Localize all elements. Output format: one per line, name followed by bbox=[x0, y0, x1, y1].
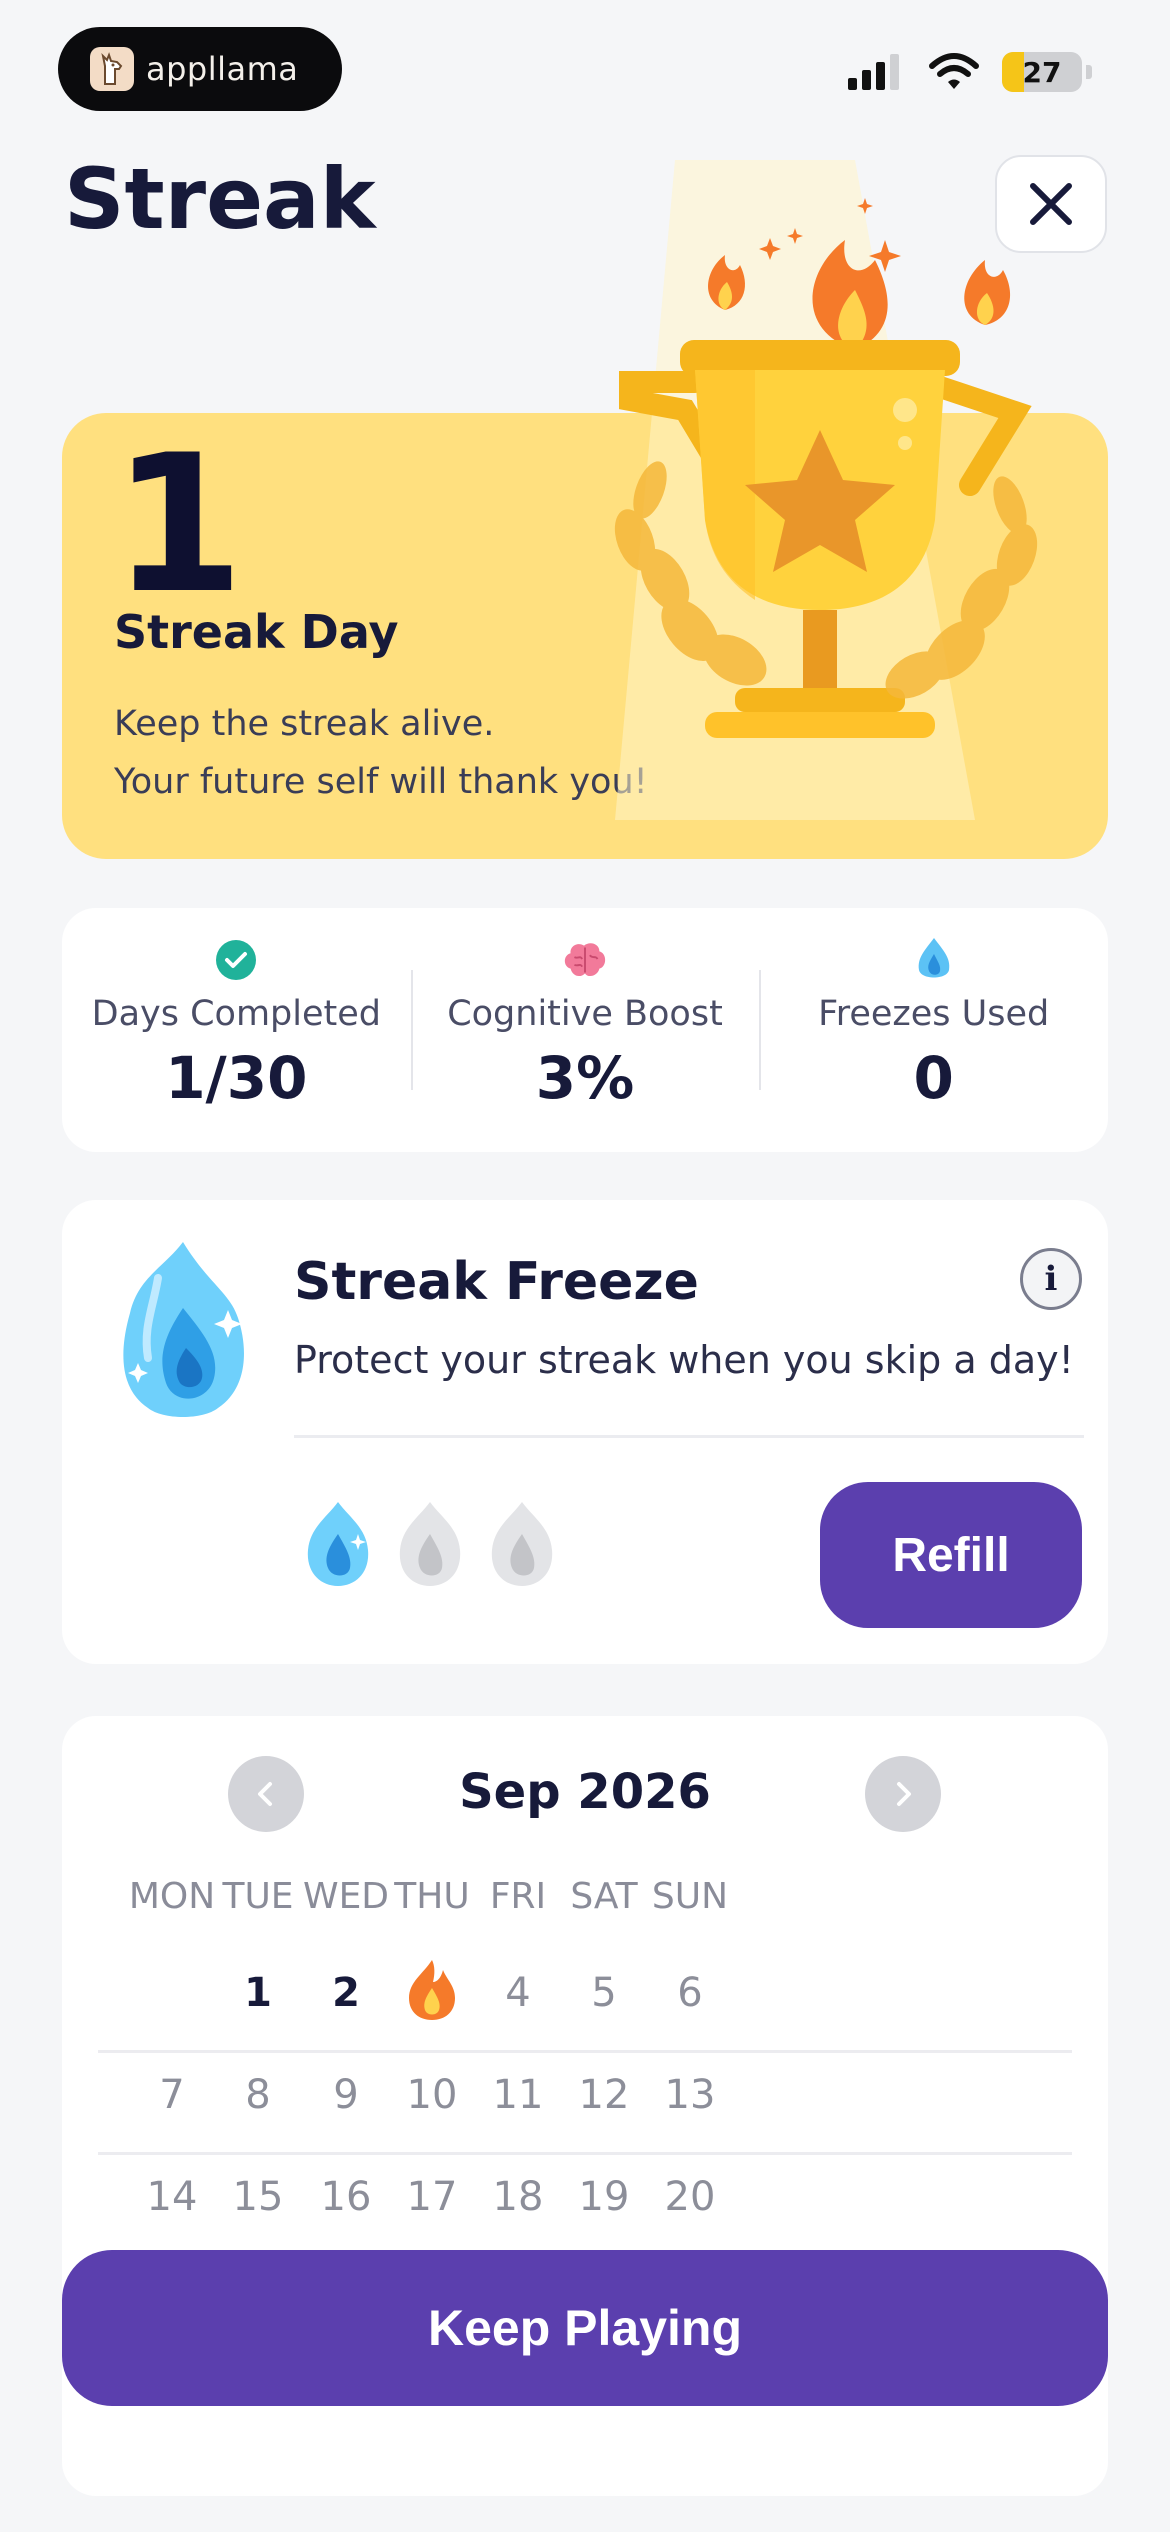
stat-value: 3% bbox=[535, 1044, 635, 1112]
stat-days-completed: Days Completed 1/30 bbox=[62, 908, 411, 1152]
stat-value: 0 bbox=[913, 1044, 954, 1112]
calendar-row-divider bbox=[98, 2050, 1072, 2053]
freeze-divider bbox=[294, 1435, 1084, 1438]
calendar-day[interactable]: 15 bbox=[208, 2174, 308, 2220]
calendar-day[interactable]: 11 bbox=[468, 2072, 568, 2118]
app-name: appllama bbox=[146, 50, 299, 88]
ice-drop-icon bbox=[910, 936, 958, 984]
check-circle-icon bbox=[212, 936, 260, 984]
calendar-day[interactable]: 9 bbox=[296, 2072, 396, 2118]
stat-freezes-used: Freezes Used 0 bbox=[759, 908, 1108, 1152]
calendar-day[interactable]: 1 bbox=[208, 1970, 308, 2016]
ice-flame-icon bbox=[123, 1242, 244, 1417]
battery-cap bbox=[1086, 65, 1092, 79]
calendar-week-row: 7 8 9 10 11 12 13 bbox=[62, 2072, 1108, 2162]
brain-icon bbox=[561, 936, 609, 984]
cellular-signal-icon bbox=[848, 54, 899, 90]
stat-label: Freezes Used bbox=[818, 994, 1050, 1034]
app-switcher-pill[interactable]: appllama bbox=[58, 27, 342, 111]
calendar-day[interactable]: 6 bbox=[640, 1970, 740, 2016]
info-button[interactable]: i bbox=[1020, 1248, 1082, 1310]
keep-playing-button[interactable]: Keep Playing bbox=[62, 2250, 1108, 2406]
page-title: Streak bbox=[64, 150, 376, 248]
calendar-day[interactable]: 2 bbox=[296, 1970, 396, 2016]
calendar-day[interactable]: 7 bbox=[122, 2072, 222, 2118]
streak-label: Streak Day bbox=[114, 605, 399, 659]
freeze-slot-filled-icon bbox=[307, 1502, 369, 1586]
close-icon bbox=[1030, 183, 1072, 225]
freeze-slots bbox=[302, 1500, 558, 1590]
freeze-description: Protect your streak when you skip a day! bbox=[294, 1338, 1074, 1382]
freeze-slot-empty-icon bbox=[491, 1502, 553, 1586]
calendar-day[interactable]: 5 bbox=[554, 1970, 654, 2016]
wifi-icon bbox=[929, 53, 979, 89]
calendar-month: Sep 2026 bbox=[459, 1764, 711, 1820]
llama-logo-icon bbox=[90, 47, 134, 91]
stat-value: 1/30 bbox=[165, 1044, 308, 1112]
weekday-header: MON TUE WED THU FRI SAT SUN bbox=[62, 1876, 1108, 1936]
calendar-day[interactable]: 14 bbox=[122, 2174, 222, 2220]
weekday-label: SUN bbox=[651, 1876, 729, 1917]
freeze-title: Streak Freeze bbox=[294, 1252, 699, 1312]
calendar-day[interactable]: 16 bbox=[296, 2174, 396, 2220]
calendar-row-divider bbox=[98, 2152, 1072, 2155]
next-month-button[interactable] bbox=[865, 1756, 941, 1832]
stat-cognitive-boost: Cognitive Boost 3% bbox=[410, 908, 760, 1152]
calendar-day[interactable]: 8 bbox=[208, 2072, 308, 2118]
streak-freeze-card: Streak Freeze Protect your streak when y… bbox=[62, 1200, 1108, 1664]
calendar-day[interactable]: 12 bbox=[554, 2072, 654, 2118]
stat-label: Days Completed bbox=[91, 994, 382, 1034]
freeze-slot-empty-icon bbox=[399, 1502, 461, 1586]
calendar-day[interactable]: 13 bbox=[640, 2072, 740, 2118]
calendar-day[interactable]: 18 bbox=[468, 2174, 568, 2220]
battery-indicator: 27 bbox=[1002, 52, 1082, 92]
calendar-day[interactable]: 19 bbox=[554, 2174, 654, 2220]
calendar-day[interactable]: 17 bbox=[382, 2174, 482, 2220]
streak-count: 1 bbox=[112, 414, 245, 635]
refill-button[interactable]: Refill bbox=[820, 1482, 1082, 1628]
status-icons: 27 bbox=[846, 52, 1092, 92]
stats-card: Days Completed 1/30 Cognitive Boost 3% F… bbox=[62, 908, 1108, 1152]
calendar-day[interactable]: 4 bbox=[468, 1970, 568, 2016]
battery-level: 27 bbox=[1022, 55, 1062, 89]
calendar-day[interactable]: 20 bbox=[640, 2174, 740, 2220]
chevron-right-icon bbox=[897, 1782, 911, 1806]
stat-label: Cognitive Boost bbox=[447, 994, 723, 1034]
trophy-illustration bbox=[614, 160, 1038, 820]
calendar-day[interactable]: 10 bbox=[382, 2072, 482, 2118]
close-button[interactable] bbox=[995, 155, 1107, 253]
calendar-week-row: 12 456 bbox=[62, 1960, 1108, 2060]
fire-icon[interactable] bbox=[382, 1958, 482, 2032]
